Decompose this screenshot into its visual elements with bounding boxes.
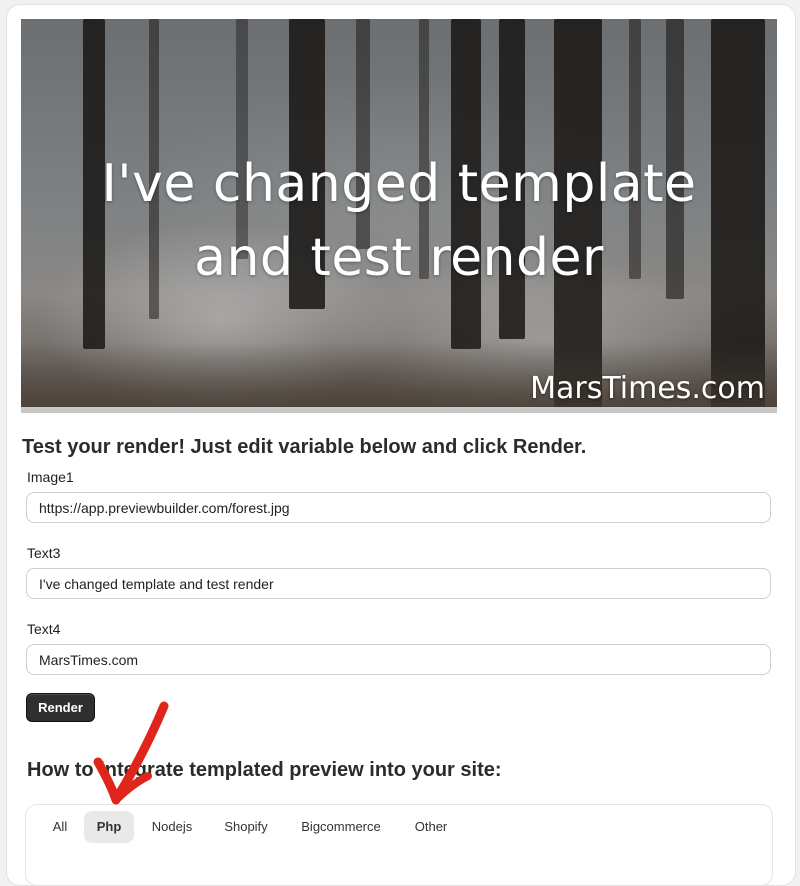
preview-headline: I've changed template and test render [101,154,697,288]
tab-other[interactable]: Other [404,811,458,843]
preview-divider [21,407,777,413]
field-label-image1: Image1 [27,469,74,485]
tab-php[interactable]: Php [84,811,134,843]
text4-input[interactable]: MarsTimes.com [26,644,771,675]
tab-nodejs[interactable]: Nodejs [142,811,202,843]
field-label-text4: Text4 [27,621,61,637]
preview-site-name: MarsTimes.com [530,371,765,406]
integration-tabs [25,804,773,886]
image1-input[interactable]: https://app.previewbuilder.com/forest.jp… [26,492,771,523]
render-button[interactable]: Render [26,693,95,722]
tab-shopify[interactable]: Shopify [214,811,278,843]
annotation-arrow-icon [93,701,169,805]
tab-bigcommerce[interactable]: Bigcommerce [290,811,392,843]
preview-image: I've changed template and test render Ma… [21,19,777,412]
tab-all[interactable]: All [44,811,76,843]
text3-input[interactable]: I've changed template and test render [26,568,771,599]
test-render-title: Test your render! Just edit variable bel… [22,436,587,458]
field-label-text3: Text3 [27,545,61,561]
